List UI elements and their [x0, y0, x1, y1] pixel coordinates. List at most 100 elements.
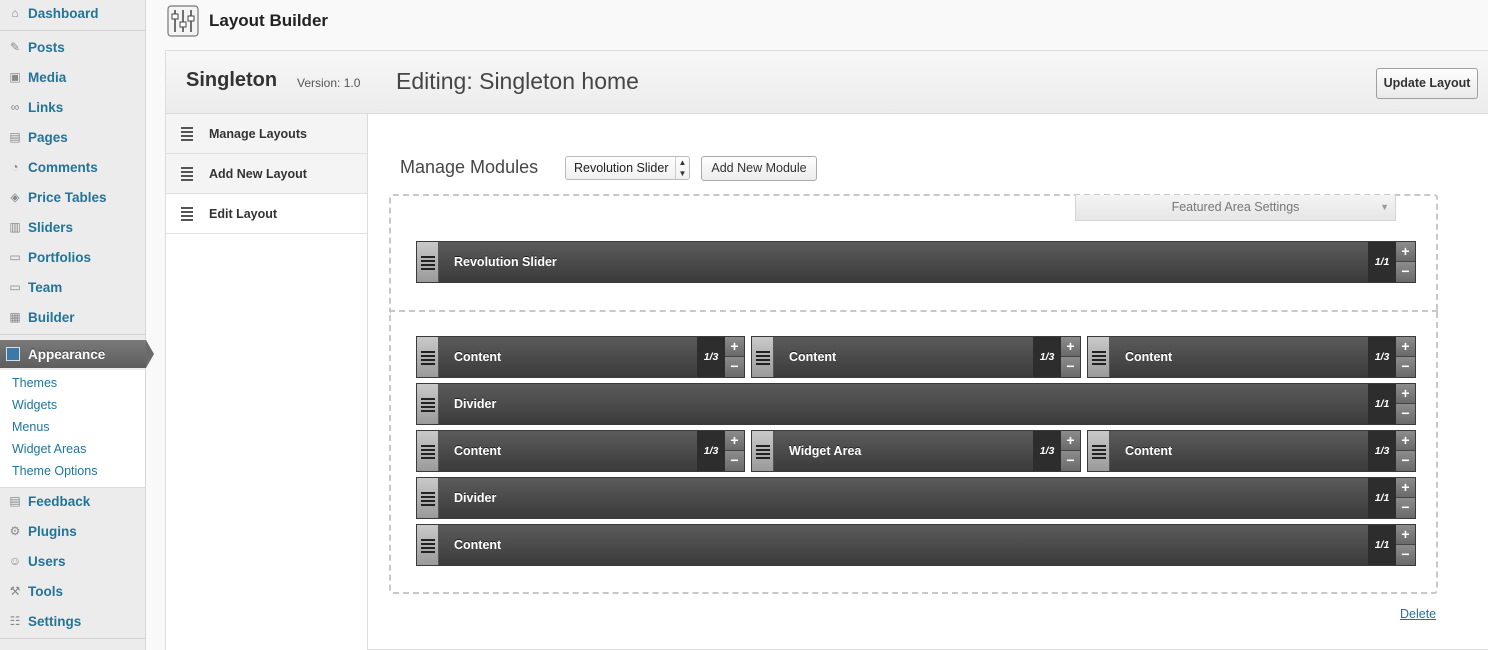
- plus-icon[interactable]: +: [1061, 431, 1080, 451]
- plus-icon[interactable]: +: [1396, 242, 1415, 262]
- module-name: Divider: [454, 491, 497, 505]
- plus-icon[interactable]: +: [1061, 337, 1080, 357]
- folder-icon: ▭: [9, 280, 21, 294]
- drag-handle-icon[interactable]: [417, 478, 439, 518]
- plus-icon[interactable]: +: [725, 431, 744, 451]
- module-bar[interactable]: Widget Area 1/3 + −: [751, 430, 1081, 472]
- delete-layout-link[interactable]: Delete: [1400, 607, 1436, 621]
- drag-handle-icon[interactable]: [417, 431, 439, 471]
- sidebar-item-portfolios[interactable]: ▭ Portfolios: [0, 244, 145, 270]
- nav-add-new-layout[interactable]: Add New Layout: [166, 154, 367, 194]
- drag-handle-icon[interactable]: [417, 242, 439, 282]
- submenu-item-menus[interactable]: Menus: [12, 420, 50, 434]
- sidebar-item-team[interactable]: ▭ Team: [0, 274, 145, 300]
- sidebar-item-label: Pages: [28, 129, 68, 145]
- module-bar[interactable]: Content 1/3 + −: [416, 336, 745, 378]
- sidebar-item-label: Team: [28, 279, 63, 295]
- sidebar-item-plugins[interactable]: ⚙ Plugins: [0, 518, 145, 544]
- drag-handle-icon[interactable]: [752, 337, 774, 377]
- module-size: 1/1: [1368, 242, 1396, 282]
- sidebar-item-label: Media: [28, 69, 67, 85]
- drag-handle-icon[interactable]: [752, 431, 774, 471]
- sidebar-item-feedback[interactable]: ▤ Feedback: [0, 488, 145, 514]
- sidebar-item-users[interactable]: ☺ Users: [0, 548, 145, 574]
- module-bar[interactable]: Content 1/3 + −: [751, 336, 1081, 378]
- minus-icon[interactable]: −: [1396, 404, 1415, 424]
- plus-icon[interactable]: +: [1396, 337, 1415, 357]
- minus-icon[interactable]: −: [1396, 545, 1415, 565]
- sidebar-item-posts[interactable]: ✎ Posts: [0, 34, 145, 60]
- nav-label: Add New Layout: [209, 166, 307, 181]
- module-size: 1/3: [697, 337, 725, 377]
- sidebar-item-dashboard[interactable]: ⌂ Dashboard: [0, 0, 145, 26]
- sidebar-item-pages[interactable]: ▤ Pages: [0, 124, 145, 150]
- drag-handle-icon[interactable]: [417, 337, 439, 377]
- module-bar[interactable]: Content 1/1 + −: [416, 524, 1416, 566]
- nav-label: Manage Layouts: [209, 126, 307, 141]
- manage-modules-label: Manage Modules: [400, 157, 539, 177]
- minus-icon[interactable]: −: [1396, 498, 1415, 518]
- add-new-module-button[interactable]: Add New Module: [701, 156, 817, 181]
- drag-handle-icon[interactable]: [1088, 337, 1110, 377]
- drag-handle-icon[interactable]: [1088, 431, 1110, 471]
- plus-icon[interactable]: +: [1396, 431, 1415, 451]
- module-type-select[interactable]: Revolution Slider ▲ ▼: [565, 156, 690, 180]
- admin-sidebar: ⌂ Dashboard ✎ Posts ▣ Media ∞ Links ▤ Pa…: [0, 0, 154, 650]
- minus-icon[interactable]: −: [1061, 451, 1080, 471]
- module-name: Widget Area: [789, 444, 862, 458]
- pages-icon: ▤: [9, 130, 21, 144]
- sidebar-item-media[interactable]: ▣ Media: [0, 64, 145, 90]
- module-size: 1/3: [1368, 337, 1396, 377]
- minus-icon[interactable]: −: [725, 451, 744, 471]
- minus-icon[interactable]: −: [725, 357, 744, 377]
- submenu-item-widget-areas[interactable]: Widget Areas: [12, 442, 86, 456]
- module-bar[interactable]: Divider 1/1 + −: [416, 383, 1416, 425]
- sidebar-item-price-tables[interactable]: ◈ Price Tables: [0, 184, 145, 210]
- sidebar-item-settings[interactable]: ☷ Settings: [0, 608, 145, 634]
- sidebar-item-appearance[interactable]: Appearance: [0, 340, 154, 368]
- media-icon: ▣: [9, 70, 21, 84]
- module-size: 1/1: [1368, 478, 1396, 518]
- module-size: 1/3: [1368, 431, 1396, 471]
- minus-icon[interactable]: −: [1396, 357, 1415, 377]
- minus-icon[interactable]: −: [1396, 451, 1415, 471]
- nav-edit-layout[interactable]: Edit Layout: [166, 194, 367, 234]
- sidebar-item-label: Links: [28, 99, 64, 115]
- plus-icon[interactable]: +: [725, 337, 744, 357]
- plus-icon[interactable]: +: [1396, 384, 1415, 404]
- plus-icon[interactable]: +: [1396, 478, 1415, 498]
- module-name: Content: [1125, 444, 1173, 458]
- list-icon: [181, 166, 193, 181]
- folder-icon: ▭: [9, 250, 21, 264]
- update-layout-button[interactable]: Update Layout: [1376, 68, 1478, 99]
- module-bar[interactable]: Content 1/3 + −: [1087, 430, 1416, 472]
- sidebar-item-label: Appearance: [28, 346, 106, 362]
- sidebar-item-comments[interactable]: ◔ Comments: [0, 154, 145, 180]
- featured-area-settings-toggle[interactable]: Featured Area Settings ▼: [1075, 195, 1396, 221]
- sidebar-item-builder[interactable]: ▦ Builder: [0, 304, 145, 330]
- sidebar-item-label: Posts: [28, 39, 65, 55]
- minus-icon[interactable]: −: [1396, 262, 1415, 282]
- nav-manage-layouts[interactable]: Manage Layouts: [166, 114, 367, 154]
- submenu-item-themes[interactable]: Themes: [12, 376, 57, 390]
- page-title: Layout Builder: [209, 11, 329, 30]
- sidebar-item-links[interactable]: ∞ Links: [0, 94, 145, 120]
- module-size: 1/3: [697, 431, 725, 471]
- sidebar-item-tools[interactable]: ⚒ Tools: [0, 578, 145, 604]
- nav-label: Edit Layout: [209, 206, 278, 221]
- minus-icon[interactable]: −: [1061, 357, 1080, 377]
- drag-handle-icon[interactable]: [417, 384, 439, 424]
- featured-settings-label: Featured Area Settings: [1171, 200, 1300, 214]
- submenu-item-widgets[interactable]: Widgets: [12, 398, 57, 412]
- module-bar[interactable]: Divider 1/1 + −: [416, 477, 1416, 519]
- plus-icon[interactable]: +: [1396, 525, 1415, 545]
- menu-separator: [0, 30, 145, 31]
- sidebar-item-label: Settings: [28, 613, 82, 629]
- module-bar[interactable]: Content 1/3 + −: [416, 430, 745, 472]
- module-bar[interactable]: Content 1/3 + −: [1087, 336, 1416, 378]
- submenu-item-theme-options[interactable]: Theme Options: [12, 464, 97, 478]
- module-size: 1/3: [1033, 337, 1061, 377]
- drag-handle-icon[interactable]: [417, 525, 439, 565]
- module-bar[interactable]: Revolution Slider 1/1 + −: [416, 241, 1416, 283]
- sidebar-item-sliders[interactable]: ▥ Sliders: [0, 214, 145, 240]
